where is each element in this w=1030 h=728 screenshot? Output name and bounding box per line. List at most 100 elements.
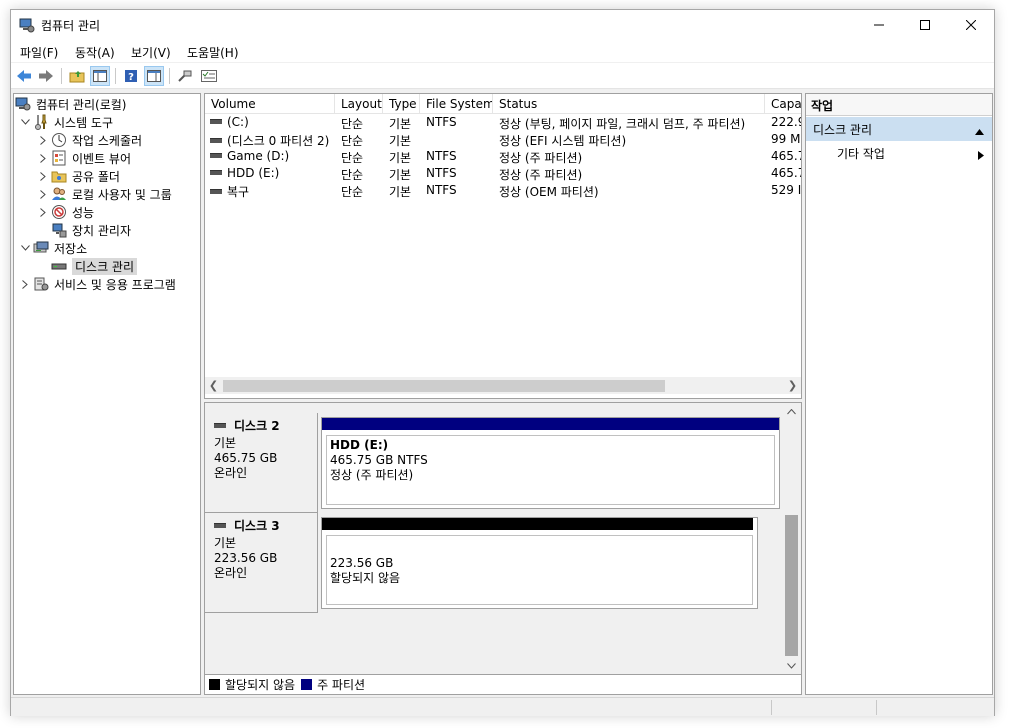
window-title: 컴퓨터 관리 xyxy=(41,19,101,33)
legend-swatch-primary xyxy=(301,679,313,690)
disk-name: 디스크 3 xyxy=(234,519,280,533)
chevron-right-icon[interactable] xyxy=(18,275,32,293)
column-header-layout[interactable]: Layout xyxy=(335,94,383,114)
tree-item-storage[interactable]: 저장소 xyxy=(18,239,87,257)
disk-size: 223.56 GB xyxy=(214,551,278,565)
services-icon xyxy=(32,276,50,292)
chevron-right-icon[interactable] xyxy=(36,149,50,167)
column-header-type[interactable]: Type xyxy=(383,94,420,114)
properties-icon[interactable] xyxy=(199,66,219,86)
partition-hdd-e[interactable]: HDD (E:) 465.75 GB NTFS 정상 (주 파티션) xyxy=(326,435,775,505)
chevron-right-icon[interactable] xyxy=(36,131,50,149)
action-more-actions[interactable]: 기타 작업 xyxy=(806,145,992,165)
disk-state: 온라인 xyxy=(214,466,248,480)
table-row[interactable]: (디스크 0 파티션 2) 단순 기본 정상 (EFI 시스템 파티션) 99 … xyxy=(205,131,801,148)
table-row[interactable]: Game (D:) 단순 기본 NTFS 정상 (주 파티션) 465.7 xyxy=(205,148,801,165)
menu-action[interactable]: 동작(A) xyxy=(75,44,115,61)
scroll-right-icon[interactable]: ❯ xyxy=(784,377,801,394)
disk-size: 465.75 GB xyxy=(214,451,278,465)
minimize-button[interactable] xyxy=(856,10,902,40)
disk-info-disk-3[interactable]: 디스크 3 기본 223.56 GB 온라인 xyxy=(205,513,318,613)
tree-item-event-viewer[interactable]: 이벤트 뷰어 xyxy=(36,149,131,167)
tree-item-device-manager[interactable]: 장치 관리자 xyxy=(50,221,131,239)
menu-view[interactable]: 보기(V) xyxy=(131,44,171,61)
volume-layout: 단순 xyxy=(341,134,364,148)
forward-arrow-icon[interactable] xyxy=(36,66,56,86)
tree-item-task-scheduler[interactable]: 작업 스케줄러 xyxy=(36,131,142,149)
table-row[interactable]: (C:) 단순 기본 NTFS 정상 (부팅, 페이지 파일, 크래시 덤프, … xyxy=(205,114,801,131)
status-bar xyxy=(11,697,994,716)
volume-type: 기본 xyxy=(389,117,412,131)
volume-icon xyxy=(210,119,222,124)
tree-item-shared-folders[interactable]: 공유 폴더 xyxy=(36,167,120,185)
help-icon[interactable]: ? xyxy=(121,66,141,86)
up-folder-icon[interactable] xyxy=(67,66,87,86)
column-header-status[interactable]: Status xyxy=(493,94,765,114)
column-header-capacity[interactable]: Capa xyxy=(765,94,801,114)
collapse-up-icon[interactable] xyxy=(975,124,984,138)
users-icon xyxy=(50,186,68,202)
console-tree: 컴퓨터 관리(로컬) 시스템 도구 작업 스케줄러 이벤트 뷰어 공유 폴더 로… xyxy=(13,93,201,695)
shared-folder-icon xyxy=(50,168,68,184)
action-pane: 작업 디스크 관리 기타 작업 xyxy=(805,93,993,695)
action-section-disk-management[interactable]: 디스크 관리 xyxy=(806,117,992,141)
tree-item-performance[interactable]: 성능 xyxy=(36,203,94,221)
partition-unallocated[interactable]: 223.56 GB 할당되지 않음 xyxy=(326,535,753,605)
disk-info-disk-2[interactable]: 디스크 2 기본 465.75 GB 온라인 xyxy=(205,413,318,513)
legend: 할당되지 않음 주 파티션 xyxy=(205,674,801,694)
menu-help[interactable]: 도움말(H) xyxy=(187,44,239,61)
volume-file-system: NTFS xyxy=(426,183,457,197)
volume-status: 정상 (주 파티션) xyxy=(499,168,583,182)
tree-item-root[interactable]: 컴퓨터 관리(로컬) xyxy=(14,95,126,113)
chevron-right-icon[interactable] xyxy=(36,167,50,185)
volume-name: (C:) xyxy=(227,115,249,129)
chevron-down-icon[interactable] xyxy=(18,239,32,257)
svg-text:?: ? xyxy=(128,72,134,83)
scroll-down-icon[interactable] xyxy=(783,657,800,674)
vertical-scrollbar[interactable] xyxy=(783,403,800,674)
device-manager-icon xyxy=(50,222,68,238)
volume-capacity: 465.7 xyxy=(771,149,801,163)
volume-icon xyxy=(210,170,222,175)
vertical-scroll-thumb[interactable] xyxy=(785,515,798,656)
chevron-right-icon[interactable] xyxy=(36,203,50,221)
action-pane-header: 작업 xyxy=(806,94,992,116)
horizontal-scrollbar[interactable]: ❮ ❯ xyxy=(205,377,801,394)
back-arrow-icon[interactable] xyxy=(14,66,34,86)
volume-name: Game (D:) xyxy=(227,149,290,163)
tree-item-disk-management[interactable]: 디스크 관리 xyxy=(50,257,138,275)
volume-list: Volume Layout Type File System Status Ca… xyxy=(204,93,802,399)
close-button[interactable] xyxy=(948,10,994,40)
scroll-up-icon[interactable] xyxy=(783,403,800,420)
chevron-down-icon[interactable] xyxy=(18,113,32,131)
action-item-label: 기타 작업 xyxy=(837,147,885,161)
chevron-right-icon[interactable] xyxy=(36,185,50,203)
menu-bar: 파일(F) 동작(A) 보기(V) 도움말(H) xyxy=(11,40,994,62)
volume-type: 기본 xyxy=(389,185,412,199)
title-bar: 컴퓨터 관리 xyxy=(11,10,994,40)
maximize-button[interactable] xyxy=(902,10,948,40)
volume-file-system: NTFS xyxy=(426,115,457,129)
partition-size: 223.56 GB xyxy=(330,556,394,570)
partition-color-bar xyxy=(322,418,779,430)
menu-file[interactable]: 파일(F) xyxy=(20,44,58,61)
scroll-left-icon[interactable]: ❮ xyxy=(205,377,222,394)
column-header-volume[interactable]: Volume xyxy=(205,94,335,114)
horizontal-scroll-thumb[interactable] xyxy=(223,380,665,392)
legend-swatch-unallocated xyxy=(209,679,220,690)
connect-icon[interactable] xyxy=(175,66,195,86)
computer-management-icon xyxy=(14,96,32,112)
volume-capacity: 99 M xyxy=(771,132,801,146)
tree-item-services[interactable]: 서비스 및 응용 프로그램 xyxy=(18,275,176,293)
tree-item-local-users[interactable]: 로컬 사용자 및 그룹 xyxy=(36,185,172,203)
tree-item-system-tools[interactable]: 시스템 도구 xyxy=(18,113,113,131)
legend-label-primary: 주 파티션 xyxy=(317,678,366,692)
volume-file-system: NTFS xyxy=(426,149,457,163)
column-header-file-system[interactable]: File System xyxy=(420,94,493,114)
show-hide-action-pane-icon[interactable] xyxy=(144,66,164,86)
table-row[interactable]: HDD (E:) 단순 기본 NTFS 정상 (주 파티션) 465.7 xyxy=(205,165,801,182)
show-hide-console-tree-icon[interactable] xyxy=(90,66,110,86)
volume-status: 정상 (주 파티션) xyxy=(499,151,583,165)
table-row[interactable]: 복구 단순 기본 NTFS 정상 (OEM 파티션) 529 I xyxy=(205,182,801,199)
toolbar: ? xyxy=(11,63,994,89)
